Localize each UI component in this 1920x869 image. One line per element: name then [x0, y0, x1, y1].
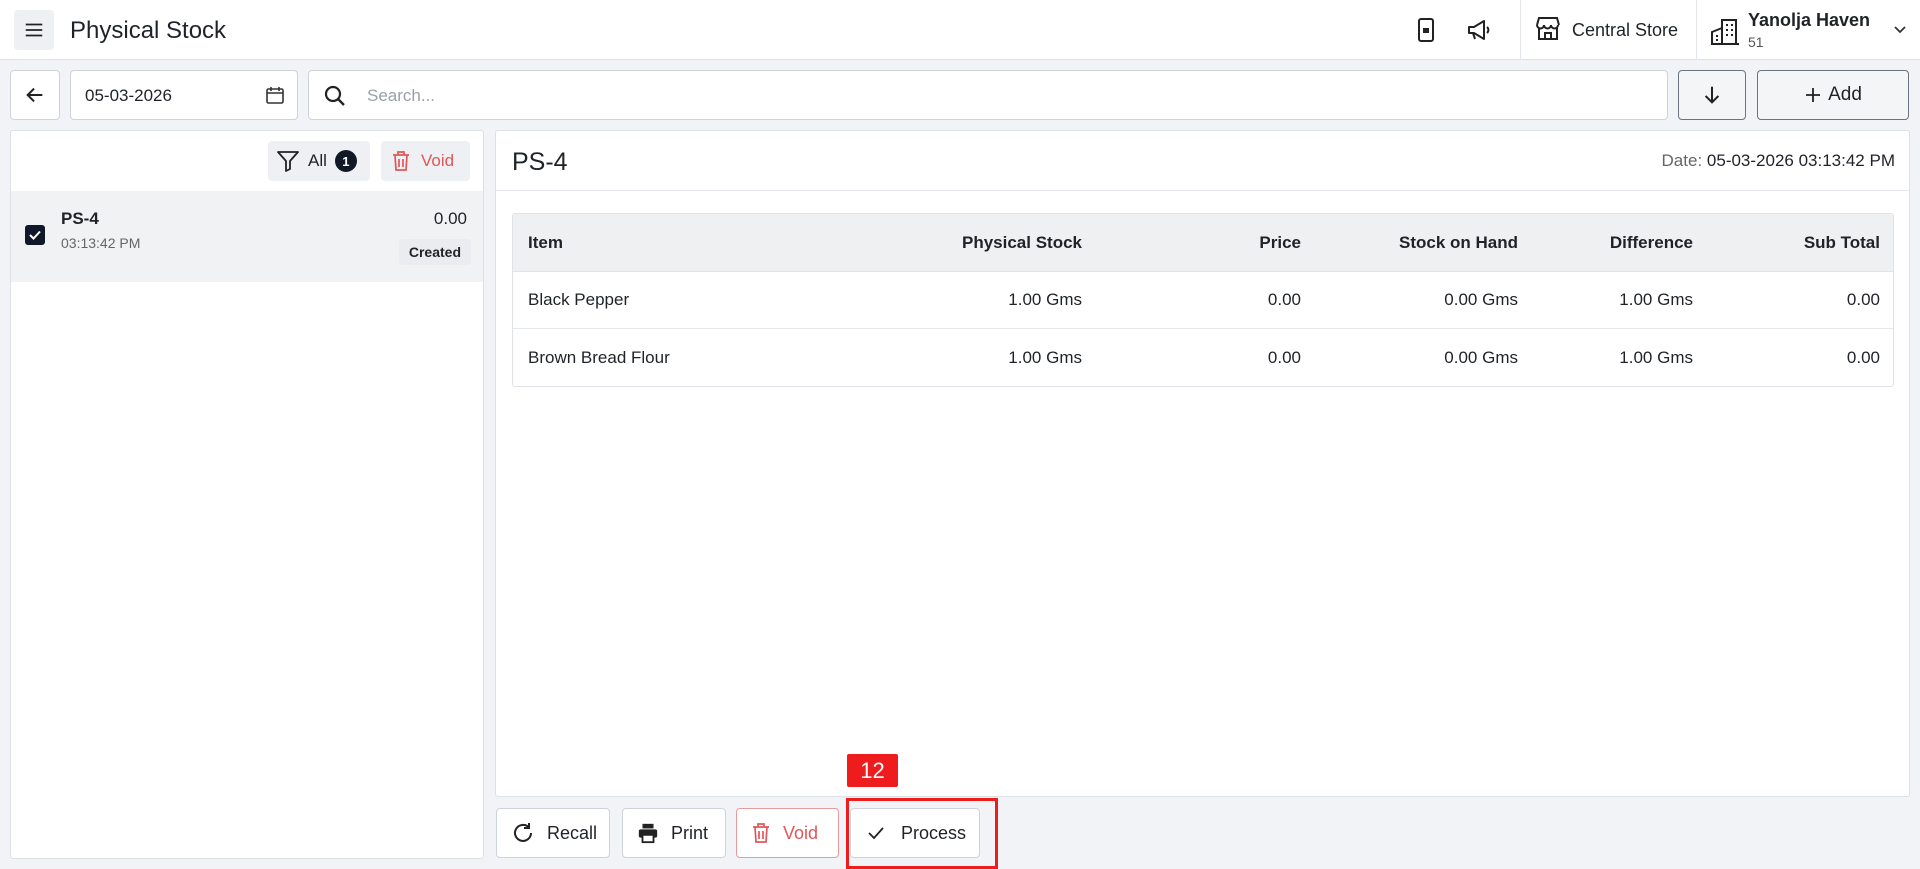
printer-icon — [638, 823, 658, 844]
arrow-down-icon — [1704, 86, 1720, 104]
download-button[interactable] — [1678, 70, 1746, 120]
refresh-icon — [514, 823, 532, 842]
item-amount: 0.00 — [433, 209, 467, 228]
column-header: Stock on Hand — [1398, 232, 1518, 252]
column-header: Difference — [1609, 232, 1693, 252]
void-label: Void — [783, 822, 819, 843]
search-box[interactable] — [308, 70, 1668, 120]
void-button[interactable]: Void — [736, 808, 839, 858]
table-row[interactable]: Black Pepper 1.00 Gms 0.00 0.00 Gms 1.00… — [513, 272, 1893, 329]
list-item[interactable]: PS-4 03:13:42 PM 0.00 Created — [11, 191, 483, 282]
column-header: Sub Total — [1803, 232, 1880, 252]
mobile-icon[interactable] — [1412, 16, 1440, 44]
annotation-highlight-box — [846, 798, 998, 869]
building-icon — [1710, 16, 1740, 51]
filter-count-badge: 1 — [334, 150, 357, 172]
recall-label: Recall — [547, 822, 598, 843]
plus-icon — [1806, 88, 1821, 102]
annotation-tag: 12 — [847, 754, 898, 787]
document-title: PS-4 — [512, 148, 568, 176]
check-icon — [29, 230, 41, 240]
column-header: Price — [1259, 232, 1301, 252]
header-divider — [1520, 0, 1521, 60]
property-number: 51 — [1748, 34, 1764, 50]
table-cell: 0.00 — [1846, 290, 1880, 309]
stock-detail-panel: PS-4 Date: 05-03-2026 03:13:42 PM Item P… — [495, 130, 1910, 797]
item-code: PS-4 — [61, 209, 99, 228]
chevron-down-icon — [1892, 22, 1908, 43]
property-name: Yanolja Haven — [1748, 10, 1871, 30]
store-icon — [1534, 15, 1562, 46]
search-input[interactable] — [367, 83, 1647, 109]
filter-icon — [277, 151, 299, 172]
page-title: Physical Stock — [70, 17, 227, 44]
property-selector[interactable]: Yanolja Haven 51 — [1708, 8, 1908, 52]
item-time: 03:13:42 PM — [61, 235, 141, 251]
menu-icon[interactable] — [14, 10, 54, 50]
divider — [496, 190, 1909, 191]
table-cell: 0.00 Gms — [1444, 290, 1518, 309]
recall-button[interactable]: Recall — [496, 808, 610, 858]
table-cell: 1.00 Gms — [1619, 347, 1693, 367]
date-value: 05-03-2026 03:13:42 PM — [1706, 151, 1895, 170]
store-selector[interactable]: Central Store — [1534, 0, 1678, 60]
calendar-icon[interactable] — [265, 85, 285, 110]
column-header: Item — [528, 232, 563, 252]
date-picker[interactable]: 05-03-2026 — [70, 70, 298, 120]
table-cell: 0.00 — [1846, 347, 1880, 367]
table-row[interactable]: Brown Bread Flour 1.00 Gms 0.00 0.00 Gms… — [513, 329, 1893, 386]
table-cell: 1.00 Gms — [1008, 347, 1082, 367]
void-list-button[interactable]: Void — [381, 141, 470, 181]
date-label: Date: — [1661, 151, 1703, 170]
void-label: Void — [421, 151, 455, 170]
date-value: 05-03-2026 — [85, 86, 172, 105]
items-table: Item Physical Stock Price Stock on Hand … — [512, 213, 1894, 387]
header-divider — [1696, 0, 1697, 60]
document-date: Date: 05-03-2026 03:13:42 PM — [1662, 151, 1895, 171]
table-cell: Brown Bread Flour — [528, 347, 670, 367]
trash-icon — [393, 151, 409, 171]
megaphone-icon[interactable] — [1465, 16, 1493, 44]
checkbox[interactable] — [25, 225, 45, 245]
filter-button[interactable]: All 1 — [268, 141, 370, 181]
table-cell: Black Pepper — [528, 290, 630, 309]
app-header: Physical Stock Central Store Yanolja Hav… — [0, 0, 1920, 60]
table-cell: 0.00 — [1267, 347, 1301, 367]
back-button[interactable] — [10, 70, 60, 120]
filter-label: All — [308, 151, 327, 170]
add-label: Add — [1828, 84, 1862, 105]
trash-icon — [753, 823, 769, 843]
table-header: Item Physical Stock Price Stock on Hand … — [513, 214, 1893, 272]
arrow-left-icon — [26, 87, 43, 103]
table-cell: 0.00 — [1267, 290, 1301, 309]
column-header: Physical Stock — [961, 232, 1082, 252]
add-button[interactable]: Add — [1757, 70, 1909, 120]
table-cell: 1.00 Gms — [1008, 290, 1082, 309]
table-cell: 1.00 Gms — [1619, 290, 1693, 309]
print-label: Print — [671, 822, 709, 843]
search-icon — [323, 84, 347, 113]
table-cell: 0.00 Gms — [1444, 347, 1518, 367]
store-name: Central Store — [1572, 19, 1679, 40]
status-badge: Created — [398, 239, 471, 265]
print-button[interactable]: Print — [622, 808, 726, 858]
stock-list-panel: All 1 Void PS-4 03:13:42 PM 0.00 Created — [10, 130, 484, 859]
